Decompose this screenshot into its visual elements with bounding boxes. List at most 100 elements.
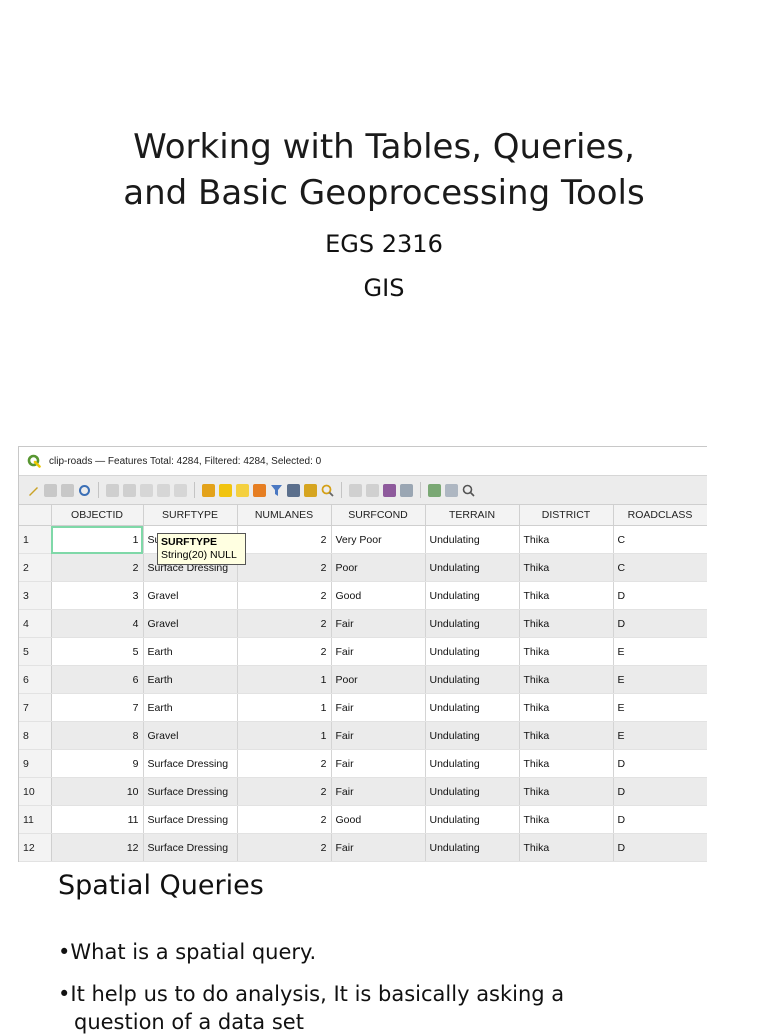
district-cell[interactable]: Thika (519, 777, 614, 806)
row-number[interactable]: 12 (19, 833, 52, 862)
table-row[interactable]: 11 11 Surface Dressing 2 Good Undulating… (19, 805, 707, 834)
row-number[interactable]: 3 (19, 581, 52, 610)
table-row[interactable]: 10 10 Surface Dressing 2 Fair Undulating… (19, 777, 707, 806)
column-header-objectid[interactable]: OBJECTID (51, 505, 144, 526)
select-all-icon[interactable] (219, 483, 232, 497)
search-icon[interactable] (462, 484, 475, 497)
numlanes-cell[interactable]: 2 (237, 777, 332, 806)
surfcond-cell[interactable]: Good (331, 805, 426, 834)
terrain-cell[interactable]: Undulating (425, 525, 520, 554)
numlanes-cell[interactable]: 2 (237, 749, 332, 778)
objectid-cell[interactable]: 1 (51, 525, 144, 554)
surfcond-cell[interactable]: Fair (331, 693, 426, 722)
table-row[interactable]: 9 9 Surface Dressing 2 Fair Undulating T… (19, 749, 707, 778)
row-number[interactable]: 7 (19, 693, 52, 722)
objectid-cell[interactable]: 11 (51, 805, 144, 834)
objectid-cell[interactable]: 6 (51, 665, 144, 694)
surftype-cell[interactable]: Gravel (143, 609, 238, 638)
district-cell[interactable]: Thika (519, 553, 614, 582)
row-number[interactable]: 4 (19, 609, 52, 638)
district-cell[interactable]: Thika (519, 581, 614, 610)
terrain-cell[interactable]: Undulating (425, 637, 520, 666)
save-edits-icon[interactable] (61, 483, 74, 497)
district-cell[interactable]: Thika (519, 637, 614, 666)
surfcond-cell[interactable]: Very Poor (331, 525, 426, 554)
deselect-all-icon[interactable] (253, 483, 266, 497)
surfcond-cell[interactable]: Poor (331, 553, 426, 582)
numlanes-cell[interactable]: 1 (237, 721, 332, 750)
objectid-cell[interactable]: 5 (51, 637, 144, 666)
numlanes-cell[interactable]: 2 (237, 637, 332, 666)
district-cell[interactable]: Thika (519, 665, 614, 694)
table-row[interactable]: 7 7 Earth 1 Fair Undulating Thika E (19, 693, 707, 722)
numlanes-cell[interactable]: 2 (237, 525, 332, 554)
reload-icon[interactable] (78, 484, 91, 497)
surftype-cell[interactable]: Surface Dressing (143, 749, 238, 778)
terrain-cell[interactable]: Undulating (425, 749, 520, 778)
numlanes-cell[interactable]: 2 (237, 581, 332, 610)
roadclass-cell[interactable]: E (613, 693, 707, 722)
objectid-cell[interactable]: 2 (51, 553, 144, 582)
roadclass-cell[interactable]: D (613, 833, 707, 862)
district-cell[interactable]: Thika (519, 525, 614, 554)
district-cell[interactable]: Thika (519, 721, 614, 750)
district-cell[interactable]: Thika (519, 693, 614, 722)
conditional-formatting-icon[interactable] (400, 483, 413, 497)
invert-selection-icon[interactable] (236, 483, 249, 497)
move-selection-to-top-icon[interactable] (287, 483, 300, 497)
objectid-cell[interactable]: 9 (51, 749, 144, 778)
objectid-cell[interactable]: 3 (51, 581, 144, 610)
row-number[interactable]: 11 (19, 805, 52, 834)
numlanes-cell[interactable]: 2 (237, 805, 332, 834)
field-calculator-icon[interactable] (383, 483, 396, 497)
table-row[interactable]: 1 1 Surface Dressing 2 Very Poor Undulat… (19, 525, 707, 554)
column-header-roadclass[interactable]: ROADCLASS (613, 505, 707, 526)
terrain-cell[interactable]: Undulating (425, 721, 520, 750)
surftype-cell[interactable]: Gravel (143, 581, 238, 610)
add-feature-icon[interactable] (106, 483, 119, 497)
table-row[interactable]: 6 6 Earth 1 Poor Undulating Thika E (19, 665, 707, 694)
objectid-cell[interactable]: 8 (51, 721, 144, 750)
roadclass-cell[interactable]: C (613, 553, 707, 582)
delete-feature-icon[interactable] (123, 483, 136, 497)
toggle-editing-icon[interactable] (27, 484, 40, 497)
column-header-district[interactable]: DISTRICT (519, 505, 614, 526)
corner-header-cell[interactable] (19, 505, 52, 526)
surftype-cell[interactable]: Surface Dressing (143, 805, 238, 834)
surfcond-cell[interactable]: Fair (331, 609, 426, 638)
column-header-numlanes[interactable]: NUMLANES (237, 505, 332, 526)
copy-icon[interactable] (157, 483, 170, 497)
roadclass-cell[interactable]: D (613, 805, 707, 834)
terrain-cell[interactable]: Undulating (425, 777, 520, 806)
district-cell[interactable]: Thika (519, 805, 614, 834)
roadclass-cell[interactable]: E (613, 721, 707, 750)
table-row[interactable]: 3 3 Gravel 2 Good Undulating Thika D (19, 581, 707, 610)
dock-table-icon[interactable] (445, 483, 458, 497)
table-row[interactable]: 2 2 Surface Dressing 2 Poor Undulating T… (19, 553, 707, 582)
objectid-cell[interactable]: 10 (51, 777, 144, 806)
roadclass-cell[interactable]: E (613, 637, 707, 666)
roadclass-cell[interactable]: C (613, 525, 707, 554)
row-number[interactable]: 2 (19, 553, 52, 582)
table-row[interactable]: 4 4 Gravel 2 Fair Undulating Thika D (19, 609, 707, 638)
actions-icon[interactable] (428, 483, 441, 497)
surfcond-cell[interactable]: Good (331, 581, 426, 610)
table-row[interactable]: 8 8 Gravel 1 Fair Undulating Thika E (19, 721, 707, 750)
filter-icon[interactable] (270, 484, 283, 497)
row-number[interactable]: 6 (19, 665, 52, 694)
terrain-cell[interactable]: Undulating (425, 553, 520, 582)
surftype-cell[interactable]: Surface Dressing (143, 833, 238, 862)
row-number[interactable]: 1 (19, 525, 52, 554)
surftype-cell[interactable]: Earth (143, 637, 238, 666)
roadclass-cell[interactable]: D (613, 609, 707, 638)
roadclass-cell[interactable]: E (613, 665, 707, 694)
column-header-surftype[interactable]: SURFTYPE (143, 505, 238, 526)
row-number[interactable]: 9 (19, 749, 52, 778)
pan-to-selected-icon[interactable] (304, 483, 317, 497)
numlanes-cell[interactable]: 2 (237, 553, 332, 582)
roadclass-cell[interactable]: D (613, 581, 707, 610)
surfcond-cell[interactable]: Fair (331, 749, 426, 778)
surfcond-cell[interactable]: Fair (331, 637, 426, 666)
terrain-cell[interactable]: Undulating (425, 833, 520, 862)
multi-edit-icon[interactable] (44, 483, 57, 497)
